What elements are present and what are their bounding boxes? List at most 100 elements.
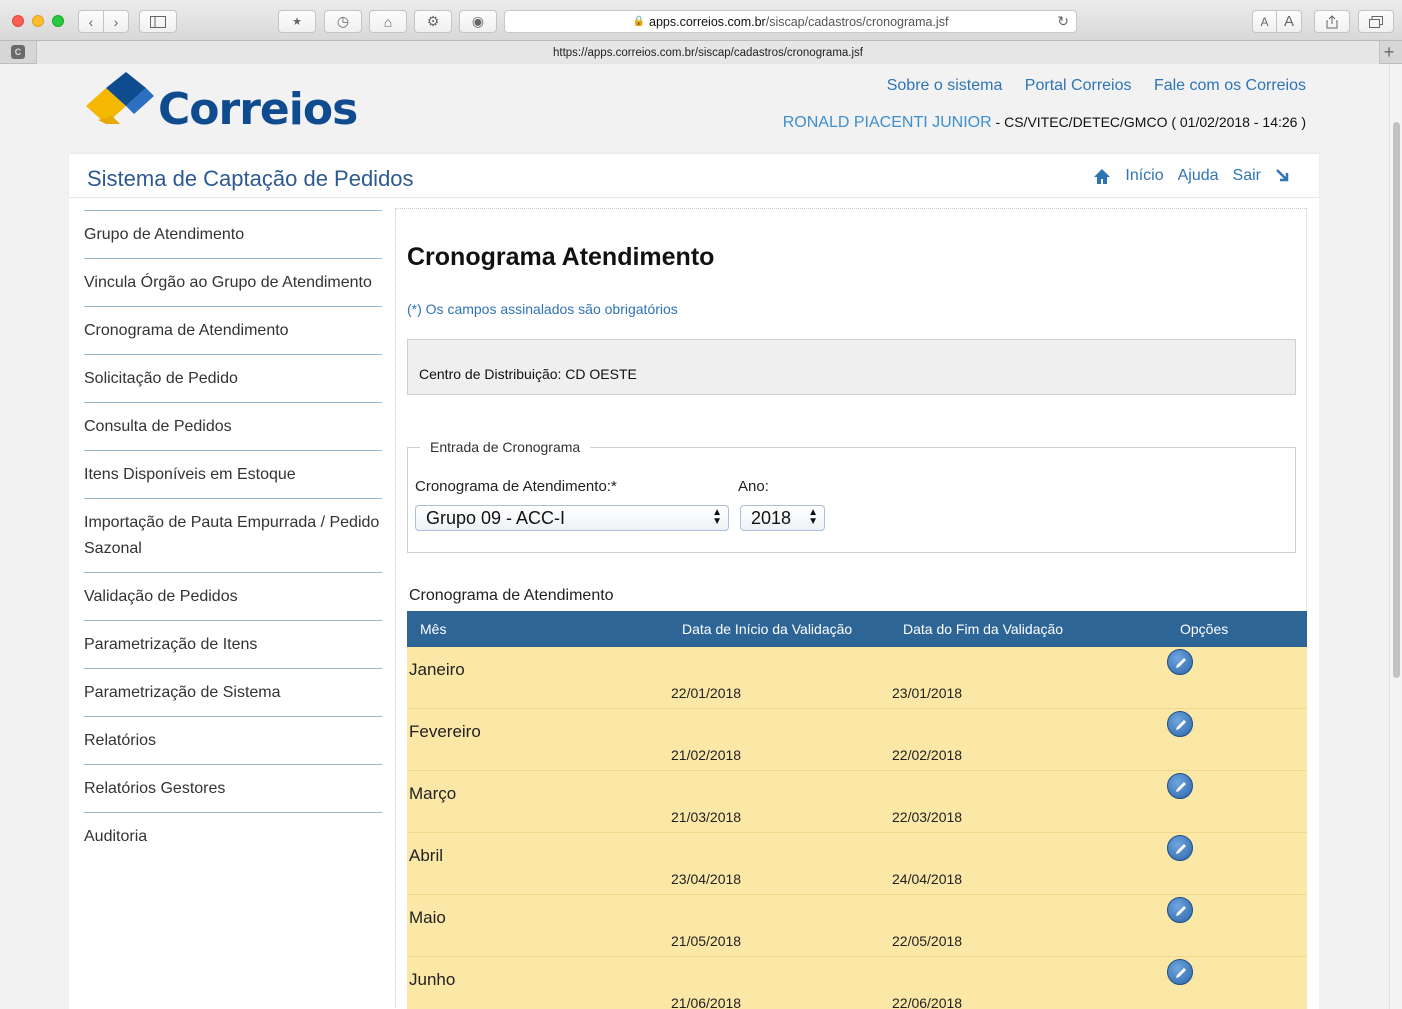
cell-start-date: 21/02/2018 (671, 747, 742, 763)
text-smaller-button[interactable]: A (1252, 10, 1277, 33)
sidebar-icon (150, 15, 166, 28)
user-details: - CS/VITEC/DETEC/GMCO ( 01/02/2018 - 14:… (991, 114, 1306, 130)
nav-help-link[interactable]: Ajuda (1178, 167, 1219, 185)
cell-end-date: 22/06/2018 (892, 995, 963, 1009)
address-bar[interactable]: 🔒 apps.correios.com.br/siscap/cadastros/… (504, 10, 1077, 33)
table-row: Junho 21/06/2018 22/06/2018 (407, 957, 1307, 1009)
schedule-table: Mês Data de Início da Validação Data do … (407, 611, 1307, 1009)
minimize-window-button[interactable] (32, 15, 44, 27)
favicon-icon: C (11, 45, 25, 59)
sidebar-item-grupo-atendimento[interactable]: Grupo de Atendimento (84, 210, 382, 258)
cell-end-date: 22/03/2018 (892, 809, 963, 825)
cell-month: Janeiro (409, 660, 465, 679)
fieldset-legend: Entrada de Cronograma (420, 439, 591, 455)
edit-pencil-icon[interactable] (1167, 711, 1193, 737)
table-row: Abril 23/04/2018 24/04/2018 (407, 833, 1307, 895)
forward-button[interactable]: › (103, 10, 129, 33)
select-arrows-icon: ▲ ▼ (712, 507, 722, 527)
sidebar-item-relatorios[interactable]: Relatórios (84, 716, 382, 764)
distribution-center-box: Centro de Distribuição: CD OESTE (407, 339, 1296, 395)
reload-icon[interactable]: ↻ (1057, 13, 1069, 30)
sidebar-item-auditoria[interactable]: Auditoria (84, 812, 382, 860)
correios-logo-icon (86, 72, 154, 124)
text-larger-button[interactable]: A (1276, 10, 1302, 33)
cell-start-date: 21/03/2018 (671, 809, 742, 825)
page-scrollbar[interactable] (1389, 64, 1402, 1009)
url-path: /siscap/cadastros/cronograma.jsf (765, 14, 949, 29)
home-button[interactable]: ⌂ (369, 10, 407, 33)
browser-toolbar: ‹ › ★ ◷ ⌂ ⚙ ◉ 🔒 apps.correios.com.br/sis… (0, 0, 1402, 41)
sidebar-item-parametrizacao-sistema[interactable]: Parametrização de Sistema (84, 668, 382, 716)
cell-month: Maio (409, 908, 446, 927)
cell-month: Junho (409, 970, 456, 989)
column-header-start-date: Data de Início da Validação (682, 621, 853, 637)
link-about-system[interactable]: Sobre o sistema (887, 77, 1003, 94)
cell-start-date: 21/05/2018 (671, 933, 742, 949)
schedule-select[interactable]: Grupo 09 - ACC-I ▲ ▼ (415, 505, 729, 531)
sidebar-item-importacao-pauta[interactable]: Importação de Pauta Empurrada / Pedido S… (84, 498, 382, 572)
sidebar-item-validacao-pedidos[interactable]: Validação de Pedidos (84, 572, 382, 620)
nav-home-link[interactable]: Início (1125, 167, 1163, 185)
required-fields-note: (*) Os campos assinalados são obrigatóri… (407, 301, 678, 317)
home-icon[interactable] (1093, 168, 1111, 185)
close-window-button[interactable] (12, 15, 24, 27)
extension-button[interactable]: ◉ (459, 10, 497, 33)
history-button[interactable]: ◷ (324, 10, 362, 33)
year-select[interactable]: 2018 ▲ ▼ (740, 505, 825, 531)
tabs-overview-button[interactable] (1358, 10, 1394, 33)
sidebar-item-itens-estoque[interactable]: Itens Disponíveis em Estoque (84, 450, 382, 498)
year-label: Ano: (738, 478, 769, 495)
exit-arrow-icon[interactable] (1275, 168, 1291, 184)
maximize-window-button[interactable] (52, 15, 64, 27)
column-header-end-date: Data do Fim da Validação (903, 621, 1064, 637)
back-button[interactable]: ‹ (78, 10, 104, 33)
url-host: apps.correios.com.br (649, 14, 766, 29)
share-button[interactable] (1314, 10, 1350, 33)
sidebar-item-consulta-pedidos[interactable]: Consulta de Pedidos (84, 402, 382, 450)
cell-end-date: 23/01/2018 (892, 685, 963, 701)
cell-month: Fevereiro (409, 722, 481, 741)
sidebar-menu: Grupo de Atendimento Vincula Órgão ao Gr… (84, 210, 382, 860)
edit-pencil-icon[interactable] (1167, 959, 1193, 985)
sidebar-item-cronograma-atendimento[interactable]: Cronograma de Atendimento (84, 306, 382, 354)
cell-end-date: 22/02/2018 (892, 747, 963, 763)
edit-pencil-icon[interactable] (1167, 649, 1193, 675)
sidebar-toggle-button[interactable] (139, 10, 177, 33)
table-body: Janeiro 22/01/2018 23/01/2018 Fevereiro 21/0… (407, 647, 1307, 1009)
edit-pencil-icon[interactable] (1167, 835, 1193, 861)
cell-month: Março (409, 784, 457, 803)
sidebar-item-parametrizacao-itens[interactable]: Parametrização de Itens (84, 620, 382, 668)
cell-start-date: 21/06/2018 (671, 995, 742, 1009)
column-header-options: Opções (1180, 621, 1229, 637)
lock-icon: 🔒 (632, 16, 645, 27)
tab-strip: C https://apps.correios.com.br/siscap/ca… (0, 41, 1402, 64)
distribution-center-text: Centro de Distribuição: CD OESTE (419, 366, 637, 382)
nav-exit-link[interactable]: Sair (1233, 167, 1261, 185)
settings-button[interactable]: ⚙ (414, 10, 452, 33)
table-row: Janeiro 22/01/2018 23/01/2018 (407, 647, 1307, 709)
new-tab-button[interactable]: + (1380, 41, 1398, 64)
sidebar-item-vincula-orgao[interactable]: Vincula Órgão ao Grupo de Atendimento (84, 258, 382, 306)
browser-tab[interactable]: https://apps.correios.com.br/siscap/cada… (36, 41, 1380, 64)
system-header: Sistema de Captação de Pedidos Início Aj… (69, 154, 1319, 198)
header-nav: Início Ajuda Sair (1093, 167, 1291, 185)
schedule-entry-fieldset: Entrada de Cronograma Cronograma de Aten… (407, 439, 1296, 553)
link-contact-correios[interactable]: Fale com os Correios (1154, 77, 1306, 94)
logo-wordmark: Correios (158, 84, 358, 135)
sidebar-item-solicitacao-pedido[interactable]: Solicitação de Pedido (84, 354, 382, 402)
table-header: Mês Data de Início da Validação Data do … (407, 611, 1307, 647)
cell-start-date: 23/04/2018 (671, 871, 742, 887)
table-title: Cronograma de Atendimento (409, 587, 614, 604)
edit-pencil-icon[interactable] (1167, 897, 1193, 923)
schedule-select-value: Grupo 09 - ACC-I (426, 507, 566, 528)
column-header-month: Mês (420, 621, 447, 637)
sidebar-item-relatorios-gestores[interactable]: Relatórios Gestores (84, 764, 382, 812)
scrollbar-thumb[interactable] (1393, 122, 1400, 678)
edit-pencil-icon[interactable] (1167, 773, 1193, 799)
table-row: Fevereiro 21/02/2018 22/02/2018 (407, 709, 1307, 771)
link-portal-correios[interactable]: Portal Correios (1025, 77, 1132, 94)
share-icon (1326, 14, 1338, 28)
top-links: Sobre o sistema Portal Correios Fale com… (869, 77, 1306, 95)
page-title: Cronograma Atendimento (407, 243, 715, 271)
bookmarks-button[interactable]: ★ (278, 10, 316, 33)
